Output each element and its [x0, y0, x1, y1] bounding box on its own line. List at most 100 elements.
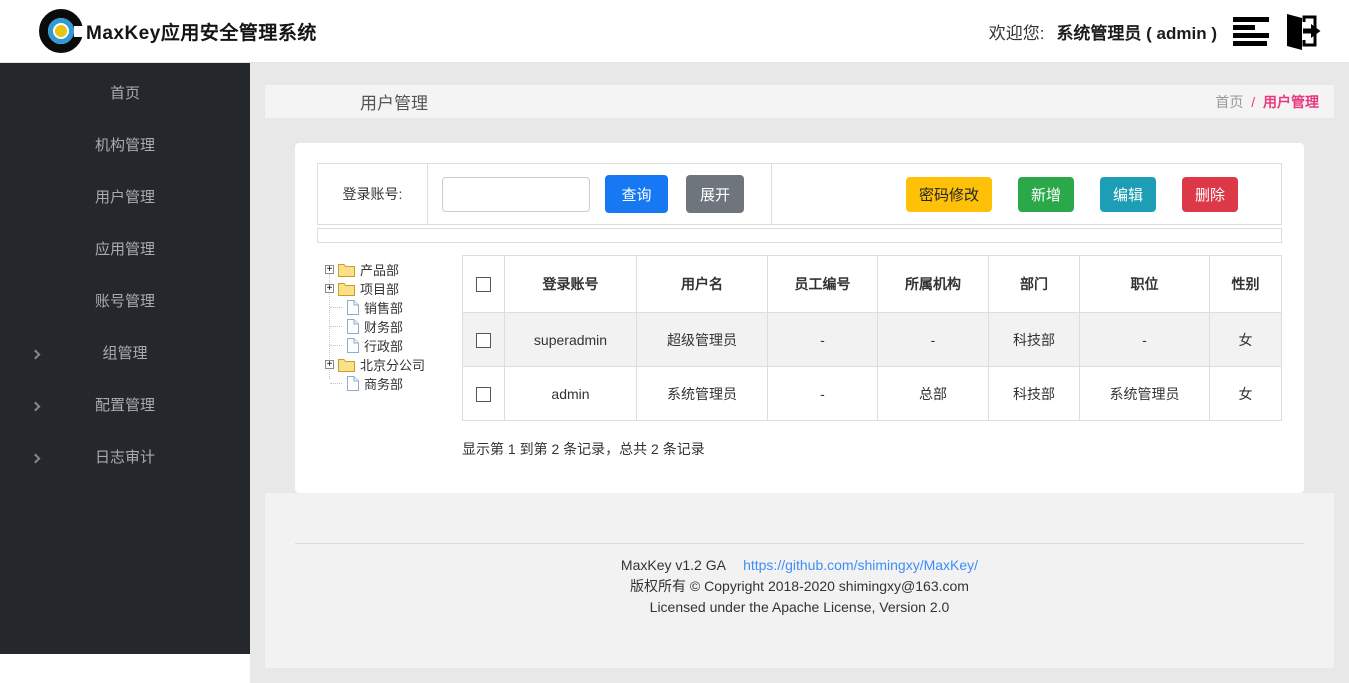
- sidebar-item-label: 组管理: [102, 345, 147, 362]
- search-toolbar: 登录账号: 查询 展开 密码修改 新增 编辑 删除: [317, 163, 1282, 225]
- sidebar-item-account-management[interactable]: 账号管理: [0, 276, 250, 328]
- github-link[interactable]: https://github.com/shimingxy/MaxKey/: [743, 557, 978, 573]
- file-icon: [346, 376, 359, 391]
- chevron-right-icon: [31, 402, 41, 412]
- expand-toggle-icon[interactable]: [325, 265, 334, 274]
- delete-button[interactable]: 删除: [1182, 177, 1238, 212]
- chevron-right-icon: [31, 454, 41, 464]
- tree-and-table: 产品部 项目部 销售部: [317, 255, 1282, 459]
- table-cell: 女: [1210, 367, 1282, 421]
- tree-node-finance[interactable]: 财务部: [317, 317, 462, 336]
- column-header-gender: 性别: [1210, 256, 1282, 313]
- brand-title: MaxKey应用安全管理系统: [86, 18, 317, 45]
- expand-toggle-icon[interactable]: [325, 284, 334, 293]
- sidebar-item-org-management[interactable]: 机构管理: [0, 120, 250, 172]
- table-header-row: 登录账号 用户名 员工编号 所属机构 部门 职位 性别: [463, 256, 1282, 313]
- table-cell: 科技部: [989, 367, 1080, 421]
- table-cell: superadmin: [505, 313, 637, 367]
- row-checkbox[interactable]: [476, 333, 491, 348]
- expand-toggle-icon[interactable]: [325, 360, 334, 369]
- toolbar-divider: [771, 164, 772, 224]
- collapsed-search-strip: [317, 228, 1282, 243]
- folder-icon: [338, 282, 355, 296]
- sidebar-item-label: 应用管理: [95, 241, 155, 258]
- footer-section: MaxKey v1.2 GA https://github.com/shimin…: [265, 493, 1334, 668]
- users-table-wrap: 登录账号 用户名 员工编号 所属机构 部门 职位 性别: [462, 255, 1282, 459]
- maxkey-logo-icon: [38, 8, 84, 54]
- tree-node-label: 项目部: [360, 279, 399, 298]
- table-cell: 系统管理员: [637, 367, 768, 421]
- table-cell: -: [768, 367, 878, 421]
- sidebar-item-label: 机构管理: [95, 137, 155, 154]
- table-cell: -: [1080, 313, 1210, 367]
- column-header-organization: 所属机构: [878, 256, 989, 313]
- select-all-checkbox[interactable]: [476, 277, 491, 292]
- edit-button[interactable]: 编辑: [1100, 177, 1156, 212]
- login-account-input[interactable]: [442, 177, 590, 212]
- breadcrumb-separator: /: [1251, 94, 1255, 110]
- tree-node-project[interactable]: 项目部: [317, 279, 462, 298]
- sidebar-item-user-management[interactable]: 用户管理: [0, 172, 250, 224]
- table-cell: -: [878, 313, 989, 367]
- sidebar-item-label: 日志审计: [95, 449, 155, 466]
- tree-connector: [330, 326, 342, 327]
- sidebar-item-label: 用户管理: [95, 189, 155, 206]
- sidebar-item-label: 账号管理: [95, 293, 155, 310]
- sidebar-item-label: 首页: [110, 85, 140, 102]
- tree-node-business-dept[interactable]: 商务部: [317, 374, 462, 393]
- sidebar-item-group-management[interactable]: 组管理: [0, 328, 250, 380]
- tree-connector: [330, 383, 342, 384]
- sidebar-item-home[interactable]: 首页: [0, 68, 250, 120]
- tree-node-label: 行政部: [364, 336, 403, 355]
- sidebar-item-config-management[interactable]: 配置管理: [0, 380, 250, 432]
- table-cell: -: [768, 313, 878, 367]
- tree-node-product[interactable]: 产品部: [317, 260, 462, 279]
- tree-node-beijing-branch[interactable]: 北京分公司: [317, 355, 462, 374]
- file-icon: [346, 319, 359, 334]
- current-user-label: 系统管理员 ( admin ): [1056, 19, 1217, 44]
- footer-version-line: MaxKey v1.2 GA https://github.com/shimin…: [265, 555, 1334, 576]
- tree-node-label: 产品部: [360, 260, 399, 279]
- tree-node-label: 北京分公司: [360, 355, 425, 374]
- brand: MaxKey应用安全管理系统: [38, 8, 317, 54]
- action-button-group: 密码修改 新增 编辑 删除: [906, 177, 1281, 212]
- search-label: 登录账号:: [318, 164, 428, 224]
- file-icon: [346, 338, 359, 353]
- sidebar-item-app-management[interactable]: 应用管理: [0, 224, 250, 276]
- expand-button[interactable]: 展开: [686, 175, 744, 213]
- tree-connector: [330, 307, 342, 308]
- sidebar-item-log-audit[interactable]: 日志审计: [0, 432, 250, 484]
- top-header: MaxKey应用安全管理系统 欢迎您: 系统管理员 ( admin ): [0, 0, 1349, 63]
- page-title: 用户管理: [360, 89, 428, 114]
- table-cell: 超级管理员: [637, 313, 768, 367]
- table-cell: admin: [505, 367, 637, 421]
- content-panel: 登录账号: 查询 展开 密码修改 新增 编辑 删除 产品部: [295, 143, 1304, 493]
- row-checkbox[interactable]: [476, 387, 491, 402]
- welcome-label: 欢迎您:: [989, 19, 1045, 44]
- table-cell: 总部: [878, 367, 989, 421]
- footer-text: MaxKey v1.2 GA https://github.com/shimin…: [265, 555, 1334, 618]
- chevron-right-icon: [31, 350, 41, 360]
- sidebar-nav: 首页 机构管理 用户管理 应用管理 账号管理 组管理 配置管理 日志审计: [0, 63, 250, 654]
- folder-icon: [338, 358, 355, 372]
- logout-icon[interactable]: [1275, 8, 1321, 54]
- table-cell: 女: [1210, 313, 1282, 367]
- table-cell: 科技部: [989, 313, 1080, 367]
- footer-copyright: 版权所有 © Copyright 2018-2020 shimingxy@163…: [265, 576, 1334, 597]
- pagination-summary: 显示第 1 到第 2 条记录，总共 2 条记录: [462, 439, 1282, 459]
- tree-node-sales[interactable]: 销售部: [317, 298, 462, 317]
- change-password-button[interactable]: 密码修改: [906, 177, 992, 212]
- add-button[interactable]: 新增: [1018, 177, 1074, 212]
- breadcrumb-home-link[interactable]: 首页: [1215, 94, 1243, 110]
- column-header-department: 部门: [989, 256, 1080, 313]
- footer-license: Licensed under the Apache License, Versi…: [265, 597, 1334, 618]
- department-tree: 产品部 项目部 销售部: [317, 255, 462, 459]
- query-button[interactable]: 查询: [605, 175, 668, 213]
- tree-node-admin-dept[interactable]: 行政部: [317, 336, 462, 355]
- tree-connector: [330, 345, 342, 346]
- table-row[interactable]: admin 系统管理员 - 总部 科技部 系统管理员 女: [463, 367, 1282, 421]
- folder-icon: [338, 263, 355, 277]
- row-select-cell: [463, 313, 505, 367]
- table-row[interactable]: superadmin 超级管理员 - - 科技部 - 女: [463, 313, 1282, 367]
- menu-list-icon[interactable]: [1233, 17, 1269, 46]
